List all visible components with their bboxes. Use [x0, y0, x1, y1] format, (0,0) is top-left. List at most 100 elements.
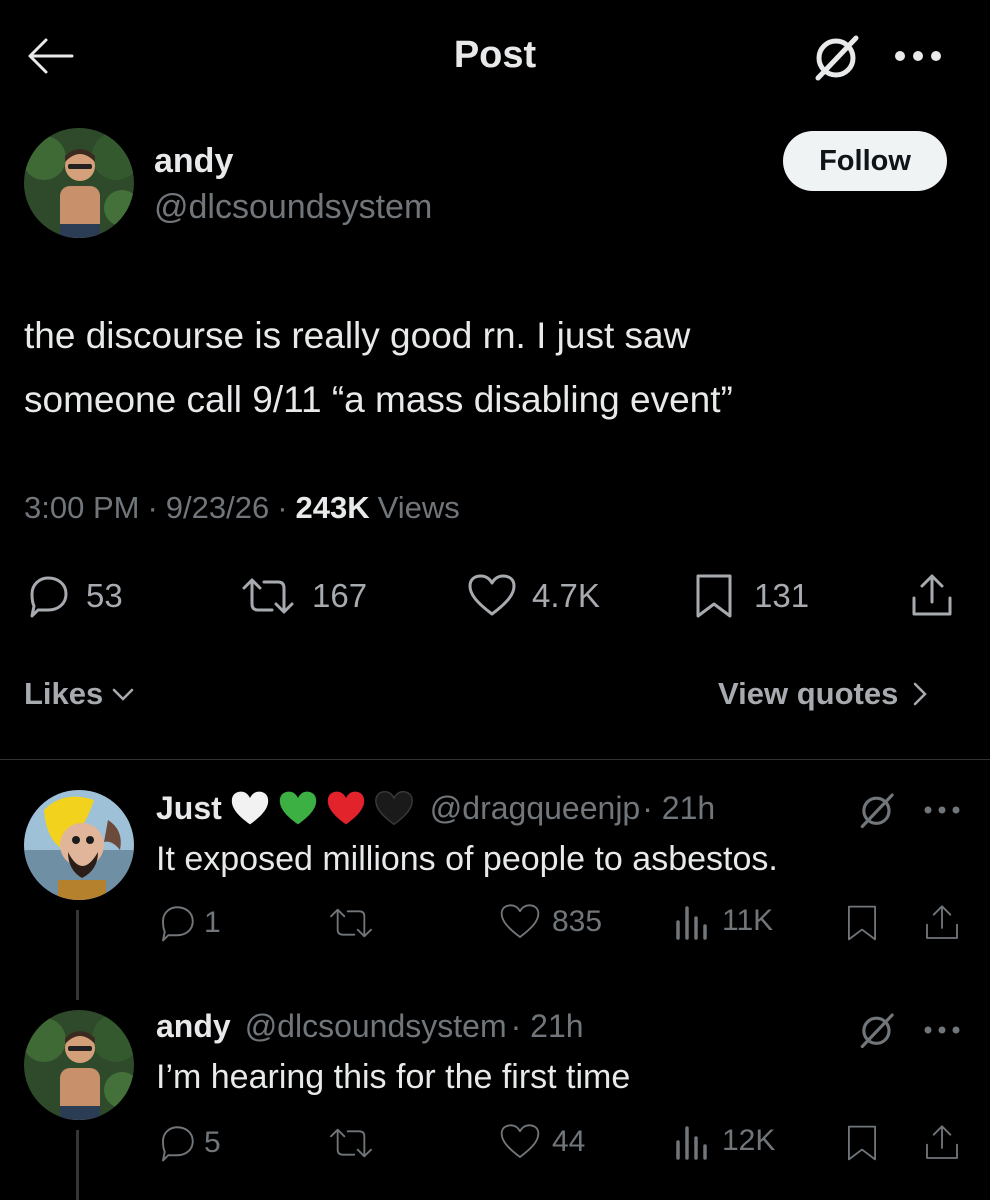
repost-icon	[330, 1128, 372, 1158]
reply-like-button[interactable]: 44	[498, 1122, 585, 1162]
post-text-line: the discourse is really good rn. I just …	[24, 315, 691, 356]
reply-icon	[162, 1126, 194, 1162]
action-bar: 53 167 4.7K 131	[0, 566, 990, 626]
repost-count: 167	[312, 577, 368, 614]
reply-more-button[interactable]	[922, 802, 962, 818]
author-name[interactable]: andy	[154, 142, 233, 181]
thread-line	[76, 1130, 79, 1200]
grok-icon	[860, 1013, 894, 1049]
reply-item[interactable]: Just @dragqueenjp · 21h It exposed milli…	[0, 760, 990, 1000]
more-horizontal-icon	[924, 1026, 960, 1034]
reply-age[interactable]: · 21h	[511, 1008, 584, 1045]
author-avatar[interactable]	[24, 128, 134, 238]
repost-icon	[330, 908, 372, 938]
reply-action-bar: 5 44 12K	[156, 1122, 966, 1166]
reply-icon	[30, 576, 68, 618]
likes-label: Likes	[24, 676, 104, 711]
repost-icon	[242, 578, 294, 614]
bookmark-button[interactable]: 131	[692, 566, 809, 626]
grok-button[interactable]	[810, 32, 866, 82]
reply-reply-button[interactable]: 1	[156, 902, 221, 944]
grok-icon	[860, 793, 894, 829]
reply-bookmark-button[interactable]	[844, 902, 880, 944]
separator-dot: ·	[147, 490, 158, 525]
reply-bookmark-button[interactable]	[844, 1122, 880, 1164]
reply-reply-button[interactable]: 5	[156, 1122, 221, 1164]
reply-header: andy @dlcsoundsystem · 21h	[156, 1008, 584, 1045]
share-icon	[926, 1125, 958, 1159]
reply-share-button[interactable]	[922, 902, 962, 944]
reply-header: Just @dragqueenjp · 21h	[156, 788, 715, 828]
bookmark-icon	[696, 574, 732, 618]
views-chart-icon	[676, 1126, 707, 1160]
reply-more-button[interactable]	[922, 1022, 962, 1038]
more-button[interactable]	[892, 44, 948, 68]
heart-icon	[468, 574, 516, 616]
reply-like-count: 835	[552, 905, 603, 938]
reply-count: 53	[86, 577, 123, 614]
reply-share-button[interactable]	[922, 1122, 962, 1164]
view-quotes-link[interactable]: View quotes	[718, 676, 928, 712]
grok-icon	[815, 35, 859, 81]
bookmark-icon	[848, 905, 876, 941]
reply-repost-button[interactable]	[326, 902, 376, 944]
reply-author-name[interactable]: andy	[156, 1008, 231, 1045]
reply-grok-button[interactable]	[856, 790, 900, 830]
reply-like-count: 44	[552, 1125, 586, 1158]
post-time[interactable]: 3:00 PM	[24, 490, 139, 526]
reply-avatar[interactable]	[24, 790, 134, 900]
reply-age[interactable]: · 21h	[642, 790, 715, 827]
post-date[interactable]: 9/23/26	[166, 490, 269, 526]
reply-views-button[interactable]: 11K	[674, 902, 773, 940]
post-metadata: 3:00 PM · 9/23/26 · 243K Views	[24, 490, 460, 526]
reply-repost-button[interactable]	[326, 1122, 376, 1164]
post-text-line: someone call 9/11 “a mass disabling even…	[24, 379, 733, 420]
green-heart-emoji	[279, 791, 316, 825]
reply-text: It exposed millions of people to asbesto…	[156, 840, 778, 878]
avatar-image	[24, 128, 134, 238]
reply-avatar[interactable]	[24, 1010, 134, 1120]
avatar-image	[24, 1010, 134, 1120]
likes-dropdown[interactable]: Likes	[24, 676, 135, 712]
reply-views-button[interactable]: 12K	[674, 1122, 775, 1160]
white-heart-emoji	[231, 791, 268, 825]
reply-text: I’m hearing this for the first time	[156, 1058, 631, 1096]
reply-grok-button[interactable]	[856, 1010, 900, 1050]
chevron-down-icon	[113, 688, 134, 701]
reply-reply-count: 5	[204, 1126, 221, 1159]
views-count: 243K	[295, 490, 370, 525]
heart-icon	[500, 1124, 540, 1158]
share-icon	[912, 574, 952, 616]
more-horizontal-icon	[895, 51, 941, 61]
separator-dot: ·	[277, 490, 288, 525]
red-heart-emoji	[327, 791, 364, 825]
reply-icon	[162, 906, 194, 942]
reply-author-handle[interactable]: @dragqueenjp	[430, 790, 640, 827]
header-bar: Post	[0, 0, 990, 110]
like-count: 4.7K	[532, 577, 600, 614]
bookmark-count: 131	[754, 577, 810, 614]
follow-button[interactable]: Follow	[783, 131, 947, 191]
reply-reply-count: 1	[204, 906, 221, 939]
like-button[interactable]: 4.7K	[466, 566, 600, 626]
views-label: Views	[377, 490, 460, 525]
heart-icon	[500, 904, 540, 938]
reply-like-button[interactable]: 835	[498, 902, 602, 942]
chevron-right-icon	[914, 682, 928, 706]
views-chart-icon	[676, 906, 707, 940]
share-icon	[926, 905, 958, 939]
post-text: the discourse is really good rn. I just …	[24, 304, 733, 432]
reply-views-count: 11K	[722, 904, 774, 937]
reply-item[interactable]: andy @dlcsoundsystem · 21h I’m hearing t…	[0, 980, 990, 1200]
share-button[interactable]	[908, 572, 956, 620]
avatar-image	[24, 790, 134, 900]
reply-author-name[interactable]: Just	[156, 790, 222, 827]
more-horizontal-icon	[924, 806, 960, 814]
reply-views-count: 12K	[722, 1124, 776, 1157]
reply-action-bar: 1 835 11K	[156, 902, 966, 946]
reply-author-handle[interactable]: @dlcsoundsystem	[245, 1008, 507, 1045]
author-handle[interactable]: @dlcsoundsystem	[154, 188, 432, 227]
black-heart-emoji	[374, 790, 413, 826]
reply-button[interactable]: 53	[24, 566, 123, 626]
repost-button[interactable]: 167	[238, 566, 367, 626]
